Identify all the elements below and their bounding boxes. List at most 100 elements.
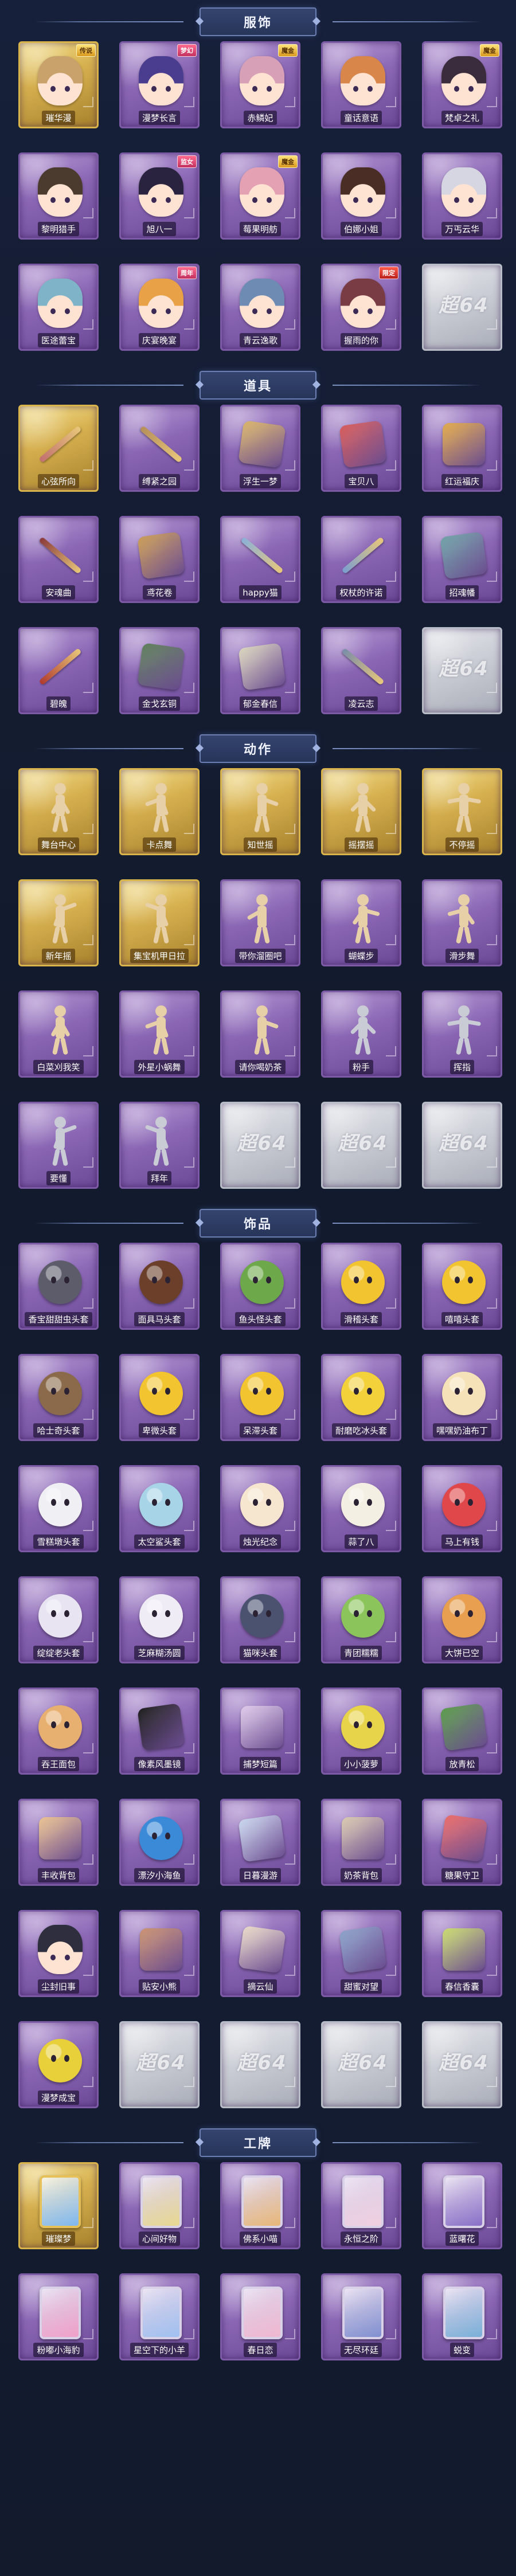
item-card[interactable]: 星空下的小羊: [119, 2273, 200, 2360]
item-card[interactable]: 蒜了八: [321, 1465, 401, 1552]
item-card[interactable]: 滑步舞: [422, 879, 502, 966]
item-card[interactable]: 滑稽头套: [321, 1243, 401, 1330]
item-name: 像素风墨镜: [134, 1756, 185, 1771]
item-card[interactable]: 舞台中心: [18, 768, 99, 855]
item-card[interactable]: 粉嘟小海豹: [18, 2273, 99, 2360]
item-card[interactable]: 请你喝奶茶: [220, 991, 300, 1078]
item-label: 马上有钱: [422, 1534, 502, 1549]
item-card[interactable]: 大饼已空: [422, 1576, 502, 1663]
item-card[interactable]: 鸢花卷: [119, 516, 200, 603]
item-card[interactable]: 烛光纪念: [220, 1465, 300, 1552]
item-card[interactable]: 金戈玄铜: [119, 627, 200, 714]
item-name: 白菜刈我笑: [33, 1059, 84, 1074]
item-card[interactable]: 童话意语: [321, 41, 401, 128]
item-card[interactable]: 心弦所向: [18, 405, 99, 492]
prop-object-icon: [134, 1700, 189, 1755]
item-card[interactable]: 粉手: [321, 991, 401, 1078]
item-card[interactable]: 像素风墨镜: [119, 1688, 200, 1775]
item-card[interactable]: 漂汐小海鱼: [119, 1799, 200, 1886]
item-card[interactable]: 雪糕墩头套: [18, 1465, 99, 1552]
item-card[interactable]: 嘿嘿奶油布丁: [422, 1354, 502, 1441]
item-card[interactable]: 挥指: [422, 991, 502, 1078]
item-card[interactable]: 吞王面包: [18, 1688, 99, 1775]
item-label: 太空鲨头套: [119, 1534, 200, 1549]
item-card[interactable]: 绽绽老头套: [18, 1576, 99, 1663]
item-card[interactable]: 传说 璀华漫: [18, 41, 99, 128]
item-card[interactable]: 黎明猎手: [18, 152, 99, 240]
item-card[interactable]: 太空鲨头套: [119, 1465, 200, 1552]
item-card[interactable]: 哈士奇头套: [18, 1354, 99, 1441]
item-card[interactable]: 碧魄: [18, 627, 99, 714]
item-card[interactable]: 拜年: [119, 1102, 200, 1189]
item-card[interactable]: 浮生一梦: [220, 405, 300, 492]
item-card[interactable]: 永恒之阶: [321, 2162, 401, 2249]
item-card[interactable]: 凌云志: [321, 627, 401, 714]
item-card[interactable]: 面具马头套: [119, 1243, 200, 1330]
item-card[interactable]: 蝴蝶步: [321, 879, 401, 966]
item-card[interactable]: 马上有钱: [422, 1465, 502, 1552]
item-card[interactable]: 周年 庆宴晚宴: [119, 264, 200, 351]
item-card[interactable]: happy猫: [220, 516, 300, 603]
item-card[interactable]: 青团糯糯: [321, 1576, 401, 1663]
item-card[interactable]: 监女 旭八一: [119, 152, 200, 240]
item-card[interactable]: 心间好物: [119, 2162, 200, 2249]
item-card[interactable]: 魔金 莓果明舫: [220, 152, 300, 240]
item-card[interactable]: 日暮漫游: [220, 1799, 300, 1886]
item-card[interactable]: 卑微头套: [119, 1354, 200, 1441]
item-card[interactable]: 医途蕾宝: [18, 264, 99, 351]
item-card[interactable]: 尘封旧事: [18, 1910, 99, 1997]
item-card[interactable]: 放青松: [422, 1688, 502, 1775]
item-card[interactable]: 小小菠萝: [321, 1688, 401, 1775]
section-header: 动作: [0, 731, 516, 766]
item-card[interactable]: 嘻嘻头套: [422, 1243, 502, 1330]
item-card[interactable]: 外星小蜗舞: [119, 991, 200, 1078]
item-label: 吞王面包: [18, 1756, 99, 1771]
item-card[interactable]: 璀璨梦: [18, 2162, 99, 2249]
item-card[interactable]: 青云逸歌: [220, 264, 300, 351]
item-card[interactable]: 香宝甜甜虫头套: [18, 1243, 99, 1330]
item-card[interactable]: 漫梦成宝: [18, 2021, 99, 2108]
item-card[interactable]: 呆滞头套: [220, 1354, 300, 1441]
item-card[interactable]: 知世摇: [220, 768, 300, 855]
item-card[interactable]: 捕梦短篇: [220, 1688, 300, 1775]
item-card[interactable]: 权杖的许诺: [321, 516, 401, 603]
item-card[interactable]: 缚紧之园: [119, 405, 200, 492]
item-card[interactable]: 安魂曲: [18, 516, 99, 603]
item-name: 粉嘟小海豹: [33, 2342, 84, 2357]
item-card[interactable]: 红运福庆: [422, 405, 502, 492]
item-card[interactable]: 白菜刈我笑: [18, 991, 99, 1078]
item-card[interactable]: 蜕变: [422, 2273, 502, 2360]
item-card[interactable]: 梦幻 漫梦长言: [119, 41, 200, 128]
item-card[interactable]: 猫咪头套: [220, 1576, 300, 1663]
item-card[interactable]: 奶茶背包: [321, 1799, 401, 1886]
item-card[interactable]: 带你溜圈吧: [220, 879, 300, 966]
item-card[interactable]: 鱼头怪头套: [220, 1243, 300, 1330]
item-card[interactable]: 魔金 赤鳞妃: [220, 41, 300, 128]
item-card[interactable]: 限定 握雨的你: [321, 264, 401, 351]
item-card[interactable]: 佛系小喵: [220, 2162, 300, 2249]
item-card[interactable]: 招魂幡: [422, 516, 502, 603]
item-card[interactable]: 摇摆摇: [321, 768, 401, 855]
item-card[interactable]: 宝贝八: [321, 405, 401, 492]
item-card[interactable]: 郁金春信: [220, 627, 300, 714]
item-card[interactable]: 芝麻糊汤圆: [119, 1576, 200, 1663]
item-card[interactable]: 要懂: [18, 1102, 99, 1189]
item-card[interactable]: 伯娜小姐: [321, 152, 401, 240]
item-card[interactable]: 魔金 梵卓之礼: [422, 41, 502, 128]
item-card[interactable]: 摘云仙: [220, 1910, 300, 1997]
item-card[interactable]: 春日恋: [220, 2273, 300, 2360]
item-card[interactable]: 糖果守卫: [422, 1799, 502, 1886]
item-card[interactable]: 卡点舞: [119, 768, 200, 855]
item-card[interactable]: 耐磨吃冰头套: [321, 1354, 401, 1441]
item-card[interactable]: 贴安小熊: [119, 1910, 200, 1997]
item-card[interactable]: 不停摇: [422, 768, 502, 855]
item-card[interactable]: 万丐云华: [422, 152, 502, 240]
item-card[interactable]: 春信香囊: [422, 1910, 502, 1997]
header-divider: [34, 2142, 183, 2143]
item-card[interactable]: 新年摇: [18, 879, 99, 966]
item-card[interactable]: 甜蜜对望: [321, 1910, 401, 1997]
item-card[interactable]: 无尽环廷: [321, 2273, 401, 2360]
item-card[interactable]: 丰收背包: [18, 1799, 99, 1886]
item-card[interactable]: 集宝机甲日拉: [119, 879, 200, 966]
item-card[interactable]: 蓝曙花: [422, 2162, 502, 2249]
